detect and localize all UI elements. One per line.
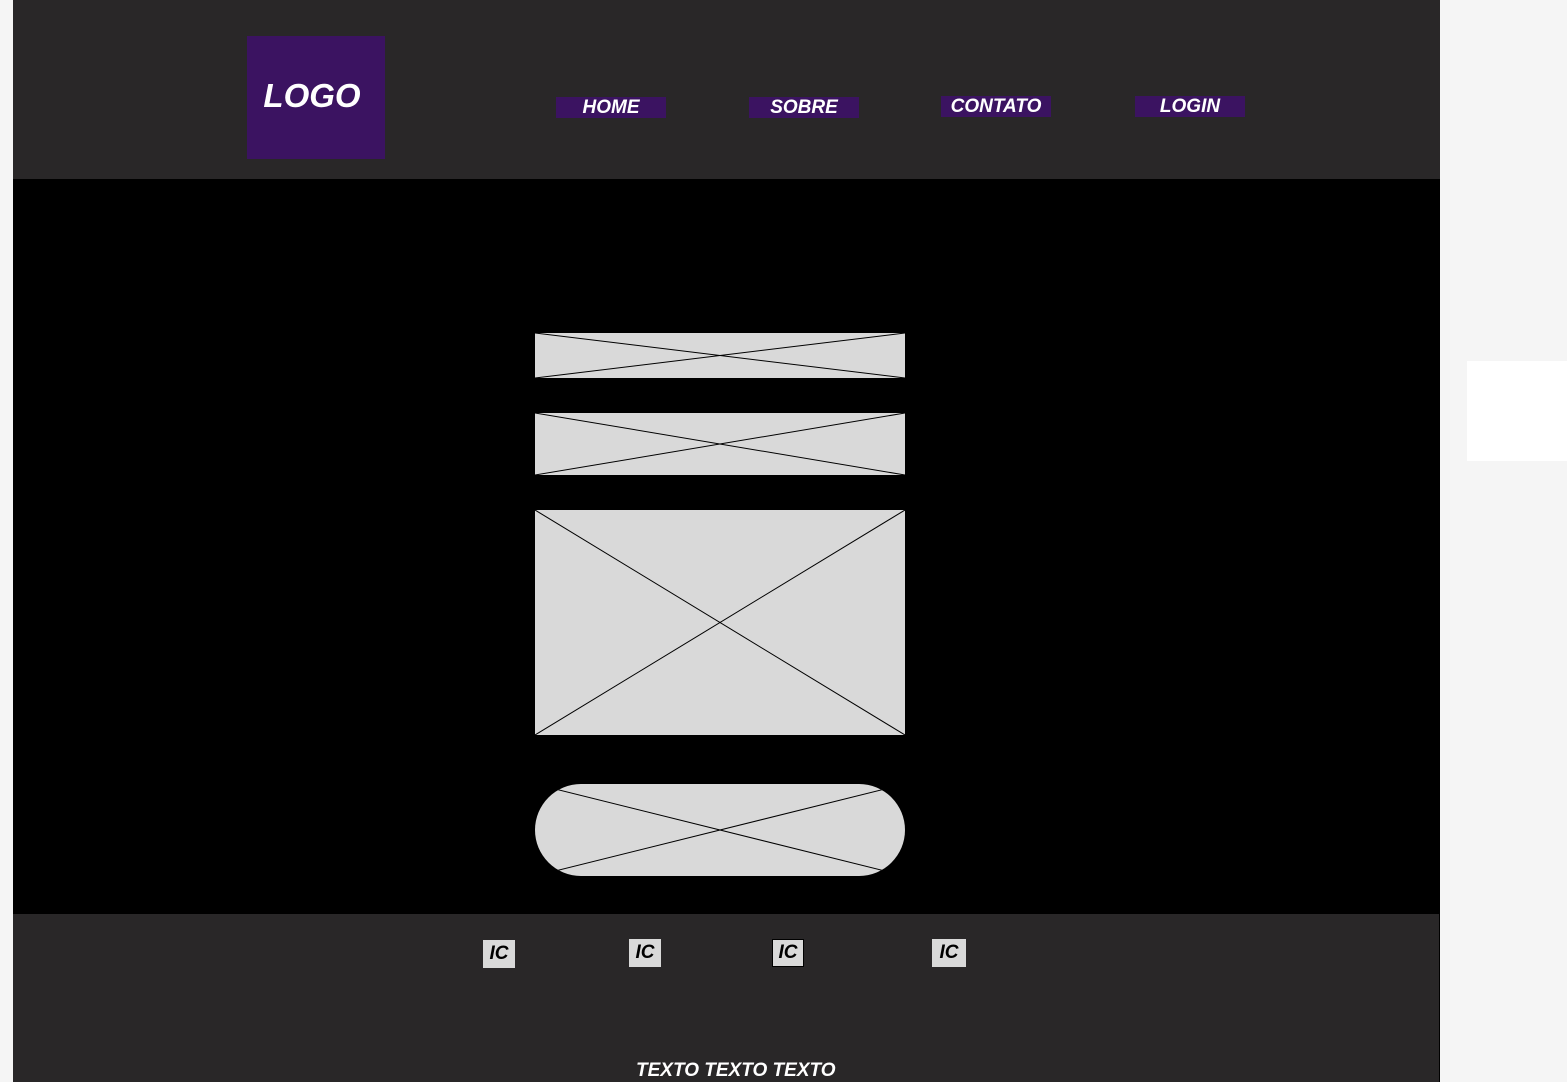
- side-panel: [1467, 361, 1567, 461]
- image-placeholder: [535, 510, 905, 735]
- logo[interactable]: LOGO: [247, 36, 385, 159]
- footer-text: TEXTO TEXTO TEXTO: [636, 1060, 836, 1081]
- social-icon-2[interactable]: IC: [629, 939, 661, 967]
- button-placeholder[interactable]: [535, 784, 905, 876]
- site-footer: [13, 914, 1440, 1082]
- placeholder-cross: [535, 510, 905, 735]
- nav-sobre[interactable]: SOBRE: [749, 97, 859, 118]
- social-icon-3[interactable]: IC: [772, 939, 804, 967]
- nav-login[interactable]: LOGIN: [1135, 96, 1245, 117]
- placeholder-cross: [535, 413, 905, 475]
- social-icon-1[interactable]: IC: [483, 940, 515, 968]
- nav-home[interactable]: HOME: [556, 97, 666, 118]
- input-placeholder-2[interactable]: [535, 413, 905, 475]
- placeholder-cross: [535, 333, 905, 378]
- placeholder-cross: [535, 784, 905, 876]
- input-placeholder-1[interactable]: [535, 333, 905, 378]
- nav-contato[interactable]: CONTATO: [941, 96, 1051, 117]
- site-header: [13, 0, 1440, 179]
- social-icon-4[interactable]: IC: [932, 939, 966, 967]
